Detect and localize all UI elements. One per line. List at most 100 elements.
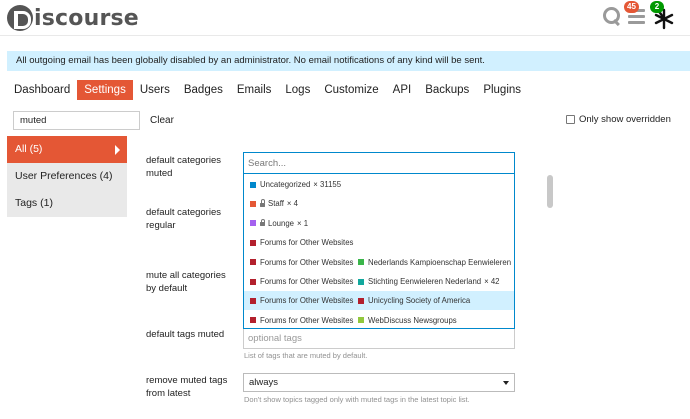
only-overridden-label: Only show overridden [579,114,671,125]
category-badge: Forums for Other Websites [250,272,353,291]
site-logo[interactable]: iscourse [7,3,139,33]
settings-category-sidebar: All (5) User Preferences (4) Tags (1) [7,136,127,217]
category-color-swatch [358,297,364,304]
category-color-swatch [358,259,364,266]
category-badge: Forums for Other Websites [250,291,353,310]
category-badge: Staff × 4 [250,194,298,213]
category-name: Nederlands Kampioenschap Eenwieleren [368,257,512,267]
page-scrollbar[interactable] [547,175,553,208]
category-color-swatch [250,259,256,266]
subcategory-badge: Unicycling Society of America [358,291,470,310]
category-name: Forums for Other Websites [260,257,354,267]
sidebar-item-all[interactable]: All (5) [7,136,127,163]
category-color-swatch [250,200,256,207]
sidebar-item-count: (1) [40,197,53,209]
nav-backups[interactable]: Backups [418,80,476,100]
category-color-swatch [250,181,256,188]
clear-filter-button[interactable]: Clear [150,111,174,130]
category-badge: Forums for Other Websites [250,311,354,328]
default-categories-muted-label: default categories muted [146,155,221,179]
subcategory-badge: WebDiscuss Newsgroups [358,311,457,328]
category-color-swatch [358,317,364,324]
settings-filter-input[interactable]: muted [13,111,140,130]
nav-users[interactable]: Users [133,80,177,100]
category-option[interactable]: Forums for Other Websites Stichting Eenwi… [244,272,514,291]
category-topic-count: × 122 [514,253,515,272]
sidebar-item-tags[interactable]: Tags (1) [7,190,127,217]
category-name: Unicycling Society of America [368,296,471,306]
category-option[interactable]: Staff × 4 [244,194,514,213]
category-name: Stichting Eenwieleren Nederland [368,277,482,286]
remove-muted-tags-help: Don't show topics tagged only with muted… [244,395,470,404]
category-name: Uncategorized [260,180,311,189]
category-name: WebDiscuss Newsgroups [368,315,457,325]
nav-plugins[interactable]: Plugins [476,80,528,100]
site-header: iscourse 45 2 [0,0,690,36]
logo-mark-icon [7,5,33,31]
admin-nav: Dashboard Settings Users Badges Emails L… [7,80,528,100]
only-overridden-toggle[interactable]: Only show overridden [566,114,671,125]
sidebar-item-count: (4) [99,170,113,182]
category-search-input[interactable]: Search... [244,153,514,174]
category-color-swatch [250,297,256,304]
category-option[interactable]: Lounge × 1 [244,214,514,233]
category-color-swatch [250,317,256,324]
default-tags-muted-help: List of tags that are muted by default. [244,351,368,360]
sidebar-item-label: All [15,143,27,155]
category-name: Staff [268,199,284,209]
category-color-swatch [250,220,256,227]
category-name: Lounge [268,218,295,228]
remove-muted-tags-label: remove muted tags from latest [146,375,228,399]
logo-text: iscourse [34,5,139,31]
category-topic-count: × 42 [484,277,500,286]
category-option[interactable]: Uncategorized × 31155 [244,175,514,194]
lock-icon [260,218,265,227]
category-option[interactable]: Forums for Other Websites WebDiscuss News… [244,311,514,328]
caret-down-icon [503,381,509,385]
nav-api[interactable]: API [386,80,419,100]
email-disabled-notice: All outgoing email has been globally dis… [7,51,690,71]
subcategory-badge: Nederlands Kampioenschap Eenwieleren× 12… [358,253,515,272]
chevron-right-icon [115,145,120,155]
category-badge: Forums for Other Websites [250,233,353,252]
nav-customize[interactable]: Customize [317,80,385,100]
category-name: Forums for Other Websites [260,296,354,306]
category-topic-count: × 4 [286,199,298,209]
notifications-badge[interactable]: 45 [624,1,639,13]
category-color-swatch [250,278,256,285]
category-name: Forums for Other Websites [260,277,354,286]
category-name: Forums for Other Websites [260,315,354,325]
default-categories-regular-label: default categories regular [146,207,221,231]
nav-emails[interactable]: Emails [230,80,279,100]
sidebar-item-user-preferences[interactable]: User Preferences (4) [7,163,127,190]
mute-all-categories-label: mute all categories by default [146,270,226,294]
category-topic-count: × 31155 [313,180,342,189]
category-color-swatch [250,239,256,246]
category-option[interactable]: Forums for Other Websites [244,233,514,252]
category-option[interactable]: Forums for Other Websites Unicycling Soci… [244,291,514,311]
remove-muted-tags-select[interactable]: always [243,373,515,392]
category-badge: Lounge × 1 [250,214,308,233]
nav-badges[interactable]: Badges [177,80,230,100]
category-color-swatch [358,278,364,285]
category-badge: Forums for Other Websites [250,253,353,272]
search-icon[interactable] [602,6,622,26]
category-chooser-dropdown[interactable]: Search... Uncategorized × 31155 Staff × 4 Lo… [243,152,515,329]
category-name: Forums for Other Websites [260,238,354,248]
category-option[interactable]: Forums for Other Websites Nederlands Kamp… [244,253,515,272]
lock-icon [260,199,265,207]
sidebar-item-count: (5) [29,143,43,155]
sidebar-item-label: User Preferences [15,170,97,182]
messages-badge[interactable]: 2 [650,1,664,13]
sidebar-item-label: Tags [15,197,38,209]
nav-logs[interactable]: Logs [278,80,317,100]
default-tags-muted-input[interactable]: optional tags [243,328,515,349]
category-badge: Uncategorized × 31155 [250,175,341,194]
default-tags-muted-label: default tags muted [146,329,225,340]
nav-settings[interactable]: Settings [77,80,133,100]
category-topic-count: × 1 [297,218,309,228]
remove-muted-tags-value: always [249,377,279,388]
only-overridden-checkbox[interactable] [566,115,575,124]
subcategory-badge: Stichting Eenwieleren Nederland × 42 [358,272,500,291]
nav-dashboard[interactable]: Dashboard [7,80,77,100]
